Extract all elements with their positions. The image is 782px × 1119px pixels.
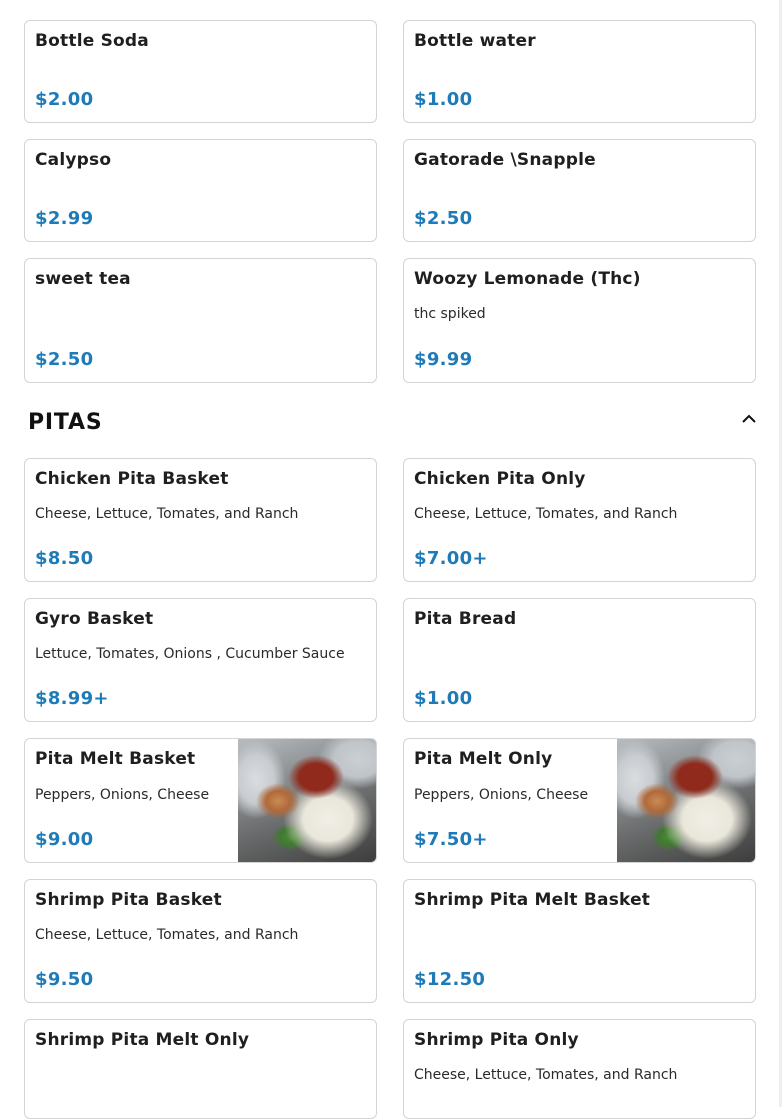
- menu-item-card[interactable]: Chicken Pita Basket Cheese, Lettuce, Tom…: [24, 458, 377, 582]
- item-name: Shrimp Pita Melt Basket: [414, 890, 651, 910]
- menu-item-card[interactable]: Gyro Basket Lettuce, Tomates, Onions , C…: [24, 598, 377, 722]
- menu-item-card[interactable]: Bottle Soda $2.00: [24, 20, 377, 123]
- item-photo: [617, 739, 755, 862]
- item-price: $7.50+: [414, 829, 488, 850]
- item-name: Shrimp Pita Basket: [35, 890, 222, 910]
- item-name: Pita Melt Only: [414, 749, 553, 769]
- item-name: Shrimp Pita Only: [414, 1030, 579, 1050]
- item-name: Calypso: [35, 150, 112, 170]
- menu-item-card[interactable]: Chicken Pita Only Cheese, Lettuce, Tomat…: [403, 458, 756, 582]
- item-name: Shrimp Pita Melt Only: [35, 1030, 250, 1050]
- menu-item-card[interactable]: Shrimp Pita Melt Only: [24, 1019, 377, 1119]
- item-price: $2.99: [35, 208, 94, 229]
- item-description: Peppers, Onions, Cheese: [414, 787, 589, 803]
- menu-item-card[interactable]: Gatorade \Snapple $2.50: [403, 139, 756, 242]
- item-price: $1.00: [414, 688, 473, 709]
- item-price: $2.50: [35, 349, 94, 370]
- item-name: Pita Bread: [414, 609, 517, 629]
- menu-item-card[interactable]: Bottle water $1.00: [403, 20, 756, 123]
- chevron-up-icon[interactable]: [741, 410, 757, 424]
- item-price: $12.50: [414, 969, 486, 990]
- item-description: Cheese, Lettuce, Tomates, and Ranch: [35, 927, 299, 943]
- item-description: Lettuce, Tomates, Onions , Cucumber Sauc…: [35, 646, 345, 662]
- item-price: $9.50: [35, 969, 94, 990]
- item-name: sweet tea: [35, 269, 131, 289]
- item-description: Cheese, Lettuce, Tomates, and Ranch: [414, 1067, 678, 1083]
- menu-item-card[interactable]: Woozy Lemonade (Thc) thc spiked $9.99: [403, 258, 756, 383]
- item-price: $8.99+: [35, 688, 109, 709]
- item-price: $2.00: [35, 89, 94, 110]
- item-name: Pita Melt Basket: [35, 749, 196, 769]
- item-price: $1.00: [414, 89, 473, 110]
- item-name: Bottle water: [414, 31, 536, 51]
- item-price: $7.00+: [414, 548, 488, 569]
- item-photo: [238, 739, 376, 862]
- item-price: $8.50: [35, 548, 94, 569]
- item-price: $2.50: [414, 208, 473, 229]
- item-description: Cheese, Lettuce, Tomates, and Ranch: [35, 506, 299, 522]
- item-name: Gatorade \Snapple: [414, 150, 596, 170]
- item-description: thc spiked: [414, 306, 486, 322]
- item-name: Chicken Pita Basket: [35, 469, 229, 489]
- item-name: Woozy Lemonade (Thc): [414, 269, 641, 289]
- menu-item-card[interactable]: Pita Bread $1.00: [403, 598, 756, 722]
- menu-item-card[interactable]: Shrimp Pita Only Cheese, Lettuce, Tomate…: [403, 1019, 756, 1119]
- menu-item-card[interactable]: Pita Melt Basket Peppers, Onions, Cheese…: [24, 738, 377, 863]
- item-description: Peppers, Onions, Cheese: [35, 787, 210, 803]
- section-title-pitas: PITAS: [28, 410, 103, 435]
- item-name: Gyro Basket: [35, 609, 154, 629]
- menu-item-card[interactable]: sweet tea $2.50: [24, 258, 377, 383]
- menu-item-card[interactable]: Pita Melt Only Peppers, Onions, Cheese $…: [403, 738, 756, 863]
- menu-item-card[interactable]: Shrimp Pita Melt Basket $12.50: [403, 879, 756, 1003]
- item-name: Bottle Soda: [35, 31, 149, 51]
- item-price: $9.99: [414, 349, 473, 370]
- item-price: $9.00: [35, 829, 94, 850]
- item-name: Chicken Pita Only: [414, 469, 586, 489]
- menu-item-card[interactable]: Shrimp Pita Basket Cheese, Lettuce, Toma…: [24, 879, 377, 1003]
- menu-item-card[interactable]: Calypso $2.99: [24, 139, 377, 242]
- item-description: Cheese, Lettuce, Tomates, and Ranch: [414, 506, 678, 522]
